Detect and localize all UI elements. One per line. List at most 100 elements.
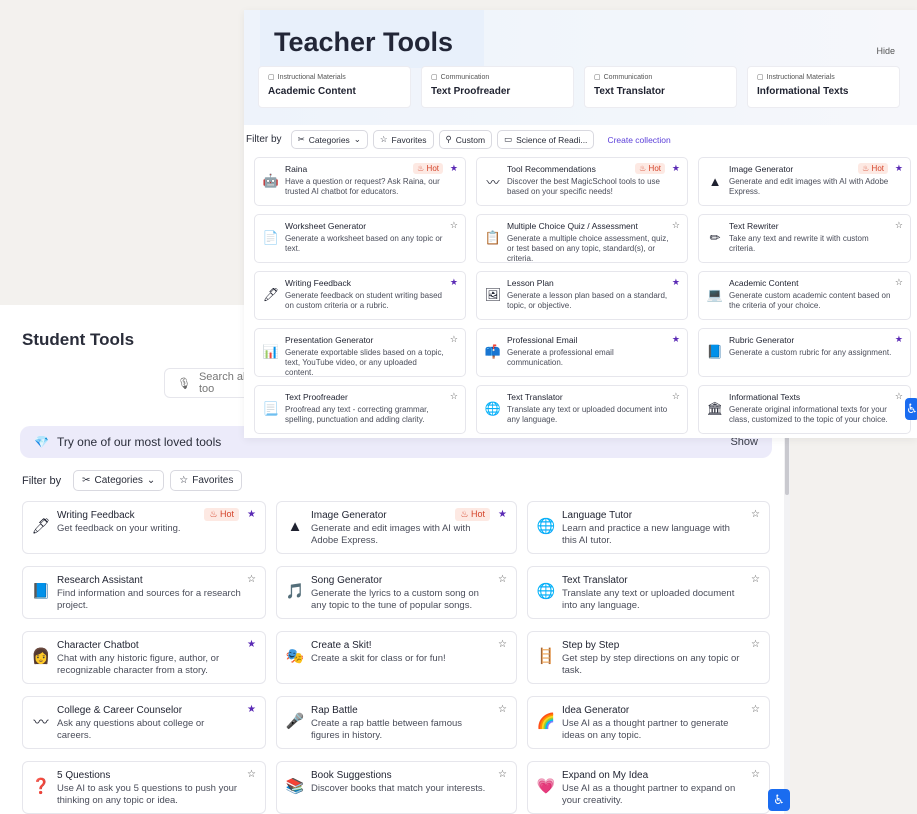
tool-card[interactable]: 📘 Research Assistant Find information and … xyxy=(22,566,266,619)
favorite-star-icon[interactable]: ☆ xyxy=(498,704,507,715)
favorite-star-icon[interactable]: ☆ xyxy=(498,574,507,585)
favorite-star-icon[interactable]: ☆ xyxy=(751,639,760,650)
adobe-express-icon: ▲ xyxy=(708,173,722,189)
tool-card[interactable]: 📚 Book Suggestions Discover books that mat… xyxy=(276,761,517,814)
tool-card[interactable]: 🪜 Step by Step Get step by step directions… xyxy=(527,631,770,684)
favorite-star-icon[interactable]: ★ xyxy=(672,277,680,288)
favorite-star-icon[interactable]: ☆ xyxy=(751,574,760,585)
tool-name: Text Rewriter xyxy=(729,221,779,231)
favorite-star-icon[interactable]: ☆ xyxy=(895,220,903,231)
accessibility-icon[interactable]: ♿ xyxy=(768,789,790,811)
favorite-star-icon[interactable]: ★ xyxy=(895,163,903,174)
quick-tool-card[interactable]: ▢ Instructional Materials Informational Te… xyxy=(747,66,900,108)
tool-name: Informational Texts xyxy=(729,392,801,402)
category-label: Communication xyxy=(440,73,490,81)
tool-card[interactable]: ▲ Image Generator Generate and edit images… xyxy=(698,157,911,206)
tool-name: Rubric Generator xyxy=(729,335,795,345)
tool-card[interactable]: 🎵 Song Generator Generate the lyrics to a … xyxy=(276,566,517,619)
tool-card[interactable]: 🎭 Create a Skit! Create a skit for class o… xyxy=(276,631,517,684)
tool-name: Presentation Generator xyxy=(285,335,374,345)
favorite-star-icon[interactable]: ☆ xyxy=(498,639,507,650)
tool-card[interactable]: 🖊 Writing Feedback Get feedback on your wr… xyxy=(22,501,266,554)
tool-card[interactable]: 👩 Character Chatbot Chat with any historic… xyxy=(22,631,266,684)
student-tools-grid: 🖊 Writing Feedback Get feedback on your wr… xyxy=(22,501,770,814)
quick-tool-card[interactable]: ▢ Communication Text Translator xyxy=(584,66,737,108)
tool-card[interactable]: 📄 Worksheet Generator Generate a worksheet… xyxy=(254,214,466,263)
tool-card[interactable]: ✏ Text Rewriter Take any text and rewrite … xyxy=(698,214,911,263)
favorites-filter[interactable]: ☆ Favorites xyxy=(372,130,434,149)
tool-card[interactable]: 🌐 Text Translator Translate any text or up… xyxy=(527,566,770,619)
favorite-star-icon[interactable]: ☆ xyxy=(895,277,903,288)
favorite-star-icon[interactable]: ★ xyxy=(895,334,903,345)
microphone-icon[interactable]: 🎙 xyxy=(177,377,191,390)
tool-card[interactable]: 🖊 Writing Feedback Generate feedback on st… xyxy=(254,271,466,320)
tool-card[interactable]: 🌈 Idea Generator Use AI as a thought partn… xyxy=(527,696,770,749)
favorite-star-icon[interactable]: ★ xyxy=(672,163,680,174)
custom-label: Custom xyxy=(455,134,486,145)
hot-badge: ♨ Hot xyxy=(455,508,490,521)
tool-card[interactable]: 💻 Academic Content Generate custom academi… xyxy=(698,271,911,320)
tool-name: Academic Content xyxy=(729,278,799,288)
tool-name: College & Career Counselor xyxy=(57,705,183,716)
favorite-star-icon[interactable]: ☆ xyxy=(672,220,680,231)
accessibility-icon[interactable]: ♿ xyxy=(905,398,917,420)
globe-icon: 🌐 xyxy=(536,583,556,600)
tool-card[interactable]: 📋 Multiple Choice Quiz / Assessment Genera… xyxy=(476,214,688,263)
favorite-star-icon[interactable]: ☆ xyxy=(450,391,458,402)
tool-card[interactable]: 💗 Expand on My Idea Use AI as a thought pa… xyxy=(527,761,770,814)
favorite-star-icon[interactable]: ☆ xyxy=(450,334,458,345)
quick-tool-card[interactable]: ▢ Instructional Materials Academic Content xyxy=(258,66,411,108)
categories-dropdown[interactable]: ✂ Categories ⌄ xyxy=(73,470,165,491)
create-collection-link[interactable]: Create collection xyxy=(607,135,670,145)
favorite-star-icon[interactable]: ☆ xyxy=(247,574,256,585)
favorite-star-icon[interactable]: ★ xyxy=(498,509,507,520)
favorite-star-icon[interactable]: ★ xyxy=(247,639,256,650)
tool-card[interactable]: 🎤 Rap Battle Create a rap battle between f… xyxy=(276,696,517,749)
tool-card[interactable]: 📃 Text Proofreader Proofread any text - co… xyxy=(254,385,466,434)
globe-icon: 🌐 xyxy=(536,518,556,535)
tool-card[interactable]: ❓ 5 Questions Use AI to ask you 5 question… xyxy=(22,761,266,814)
favorite-star-icon[interactable]: ★ xyxy=(672,334,680,345)
tool-card[interactable]: 📊 Presentation Generator Generate exportab… xyxy=(254,328,466,377)
categories-dropdown[interactable]: ✂ Categories ⌄ xyxy=(290,130,368,149)
tool-card[interactable]: 🏛 Informational Texts Generate original in… xyxy=(698,385,911,434)
favorite-star-icon[interactable]: ★ xyxy=(247,509,256,520)
favorite-star-icon[interactable]: ★ xyxy=(450,163,458,174)
tool-description: Use AI to ask you 5 questions to push yo… xyxy=(57,783,238,806)
favorite-star-icon[interactable]: ☆ xyxy=(672,391,680,402)
hide-button[interactable]: Hide xyxy=(876,46,895,56)
tool-card[interactable]: 🖼 Lesson Plan Generate a lesson plan based… xyxy=(476,271,688,320)
tool-description: Generate exportable slides based on a to… xyxy=(285,348,444,377)
tool-name: Create a Skit! xyxy=(311,640,372,651)
quick-tool-card[interactable]: ▢ Communication Text Proofreader xyxy=(421,66,574,108)
favorite-star-icon[interactable]: ★ xyxy=(247,704,256,715)
tool-card[interactable]: 〰 College & Career Counselor Ask any quest… xyxy=(22,696,266,749)
tool-description: Use AI as a thought partner to expand on… xyxy=(562,783,736,806)
tool-card[interactable]: 🌐 Text Translator Translate any text or up… xyxy=(476,385,688,434)
screen: Student Tools 🎙 Search all too 💎 Try one… xyxy=(0,0,917,814)
favorite-star-icon[interactable]: ☆ xyxy=(450,220,458,231)
favorite-star-icon[interactable]: ☆ xyxy=(247,769,256,780)
collection-filter[interactable]: ▭ Science of Readi... xyxy=(497,130,595,149)
categories-label: Categories xyxy=(94,475,143,486)
favorite-star-icon[interactable]: ☆ xyxy=(895,391,903,402)
favorite-star-icon[interactable]: ★ xyxy=(450,277,458,288)
tool-name: Worksheet Generator xyxy=(285,221,367,231)
user-icon: ⚲ xyxy=(445,134,452,144)
tool-card[interactable]: 🤖 Raina Have a question or request? Ask Ra… xyxy=(254,157,466,206)
tool-card[interactable]: ▲ Image Generator Generate and edit images… xyxy=(276,501,517,554)
tool-card[interactable]: 📘 Rubric Generator Generate a custom rubri… xyxy=(698,328,911,377)
favorite-star-icon[interactable]: ☆ xyxy=(751,509,760,520)
tool-card[interactable]: 🌐 Language Tutor Learn and practice a new … xyxy=(527,501,770,554)
favorite-star-icon[interactable]: ☆ xyxy=(498,769,507,780)
flame-icon: ♨ xyxy=(209,509,220,519)
favorite-star-icon[interactable]: ☆ xyxy=(751,704,760,715)
favorite-star-icon[interactable]: ☆ xyxy=(751,769,760,780)
hot-label: Hot xyxy=(426,164,439,173)
tool-card[interactable]: 〰 Tool Recommendations Discover the best M… xyxy=(476,157,688,206)
tool-card[interactable]: 📫 Professional Email Generate a profession… xyxy=(476,328,688,377)
custom-filter[interactable]: ⚲ Custom xyxy=(438,130,493,149)
hot-label: Hot xyxy=(219,509,234,519)
favorites-filter[interactable]: ☆ Favorites xyxy=(170,470,243,491)
teacher-filter-bar: Filter by ✂ Categories ⌄ ☆ Favorites ⚲ C… xyxy=(246,130,671,149)
